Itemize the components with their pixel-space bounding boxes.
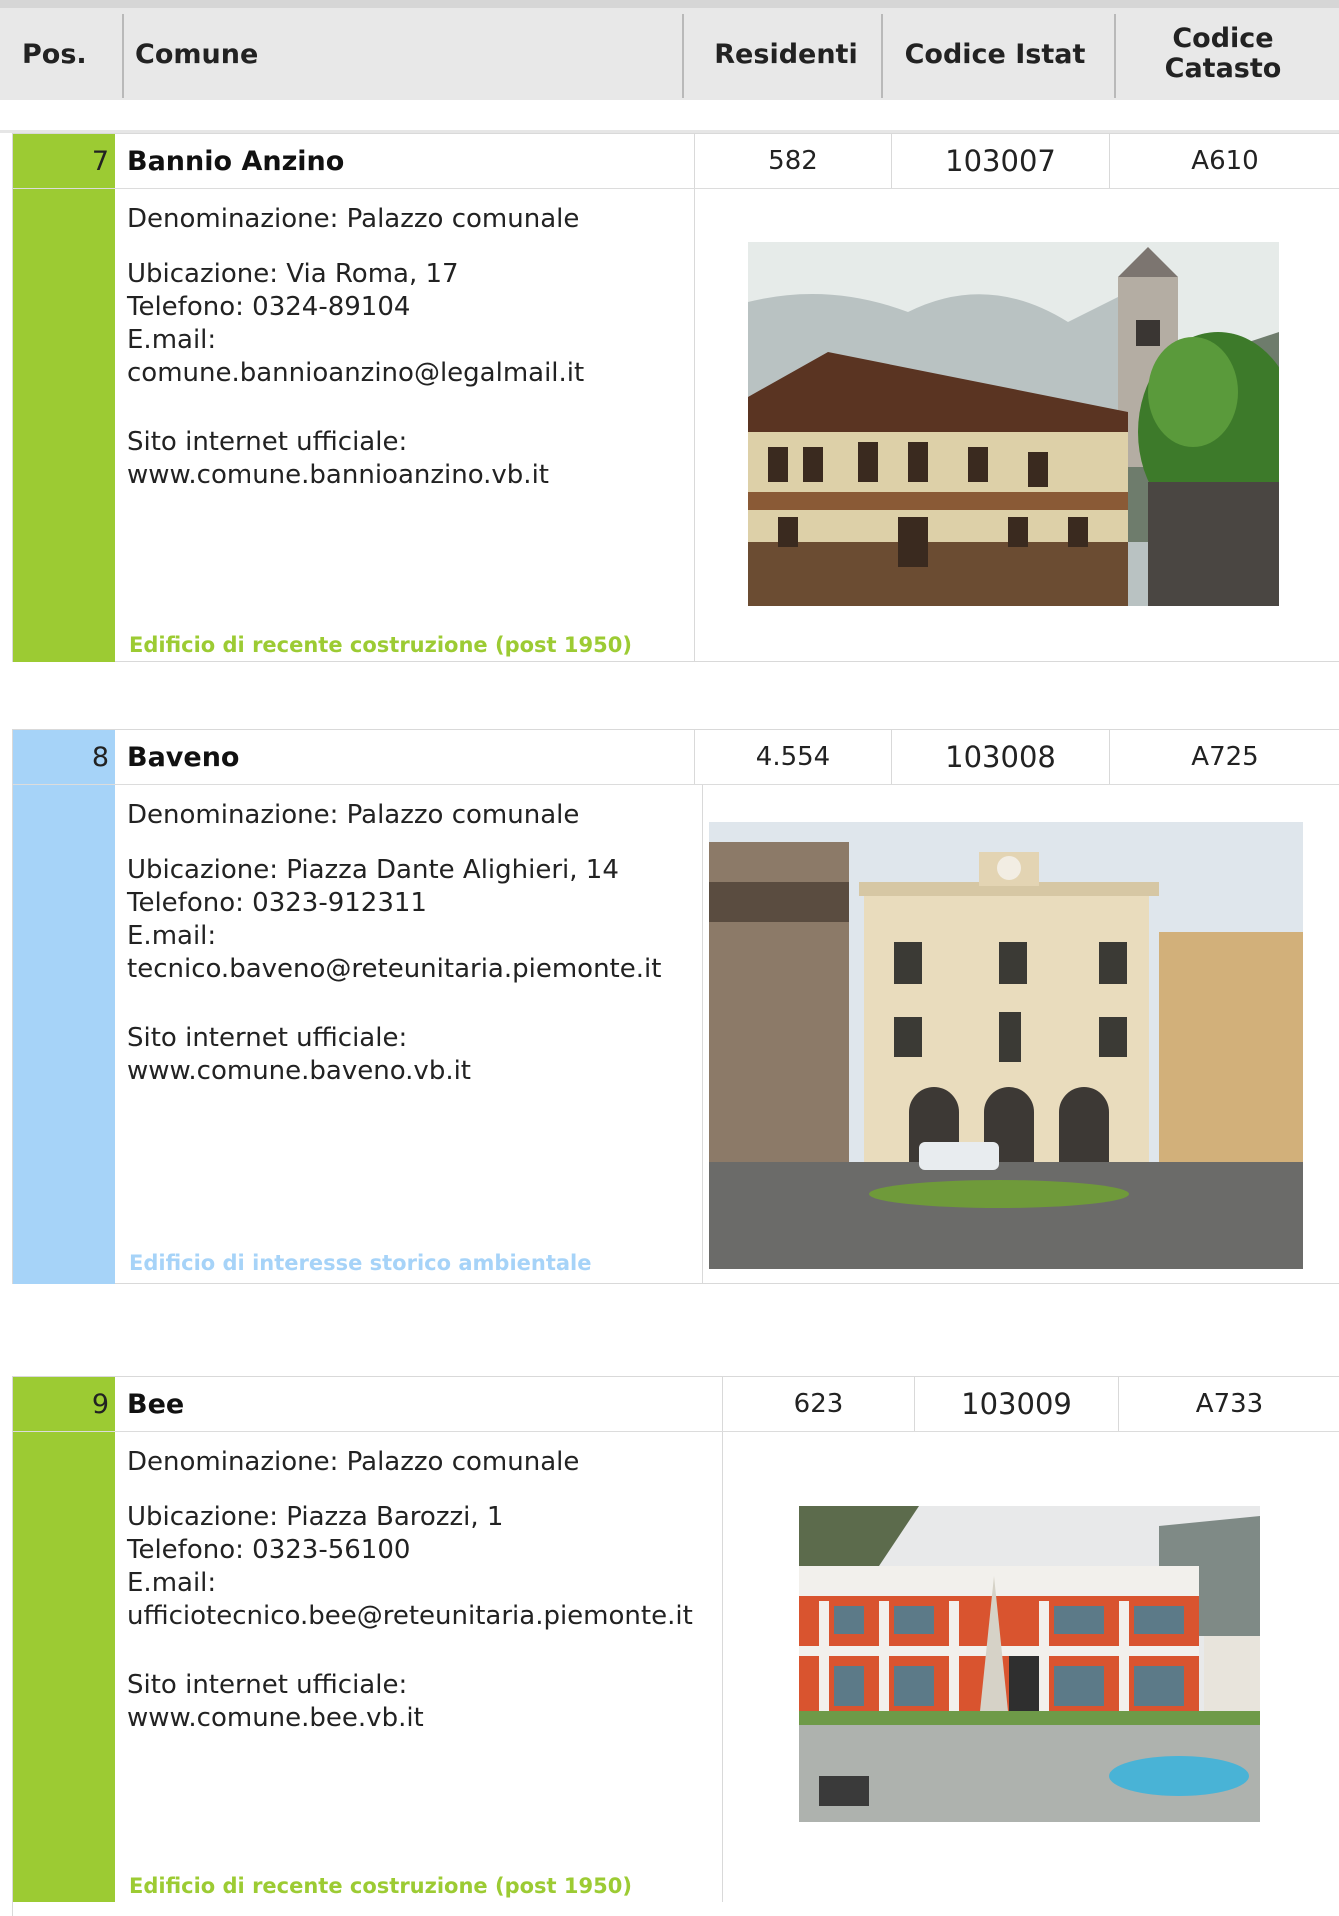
position-cell: 9 [13,1377,115,1431]
codice-istat-value: 103009 [915,1377,1119,1431]
sito-label: Sito internet ufficiale: [127,1670,408,1700]
header-codice-catasto-line1: Codice [1172,23,1274,54]
residenti-value: 582 [695,134,892,188]
sito-link[interactable]: www.comune.baveno.vb.it [127,1055,702,1088]
category-color-bar [13,785,115,1284]
ubicazione-text: Ubicazione: Piazza Barozzi, 1 [127,1502,504,1532]
telefono-text: Telefono: 0323-56100 [127,1535,411,1565]
header-codice-catasto: Codice Catasto [1118,8,1328,100]
telefono-text: Telefono: 0324-89104 [127,292,411,322]
denominazione-text: Denominazione: Palazzo comunale [127,1447,580,1477]
header-comune: Comune [135,38,259,70]
comune-details: Denominazione: Palazzo comunale Ubicazio… [115,1432,723,1902]
comune-entry: 7 Bannio Anzino 582 103007 A610 Denomina… [12,133,1339,662]
town-hall-photo [799,1506,1260,1822]
header-pos: Pos. [22,38,87,70]
comune-details: Denominazione: Palazzo comunale Ubicazio… [115,189,695,662]
comune-name: Bee [115,1377,723,1431]
comune-details: Denominazione: Palazzo comunale Ubicazio… [115,785,703,1284]
codice-istat-value: 103008 [892,730,1110,784]
table-header: Pos. Comune Residenti Codice Istat Codic… [0,0,1339,110]
denominazione-text: Denominazione: Palazzo comunale [127,800,580,830]
town-hall-photo [709,822,1303,1269]
header-divider [881,14,883,98]
sito-label: Sito internet ufficiale: [127,427,408,457]
comune-summary-row: 8 Baveno 4.554 103008 A725 [13,730,1339,785]
header-divider [1114,14,1116,98]
comune-entry: 8 Baveno 4.554 103008 A725 Denominazione… [12,729,1339,1284]
ubicazione-text: Ubicazione: Via Roma, 17 [127,259,459,289]
header-divider [122,14,124,98]
codice-catasto-value: A733 [1195,1389,1264,1419]
category-color-bar [13,1432,115,1902]
residenti-value: 623 [723,1377,915,1431]
residenti-value: 4.554 [695,730,892,784]
email-label: E.mail: [127,325,217,355]
email-label: E.mail: [127,1568,217,1598]
building-category-label: Edificio di recente costruzione (post 19… [129,1874,632,1898]
comune-name: Bannio Anzino [127,134,695,188]
comune-name: Baveno [127,730,695,784]
position-cell: 7 [13,134,115,188]
denominazione-text: Denominazione: Palazzo comunale [127,204,580,234]
codice-catasto-value: A610 [1191,146,1259,176]
category-color-bar [13,189,115,662]
sito-label: Sito internet ufficiale: [127,1023,408,1053]
email-link[interactable]: comune.bannioanzino@legalmail.it [127,357,694,390]
header-residenti: Residenti [714,38,858,70]
header-codice-catasto-line2: Catasto [1164,53,1282,84]
email-link[interactable]: ufficiotecnico.bee@reteunitaria.piemonte… [127,1600,722,1633]
header-divider [682,14,684,98]
comune-summary-row: 9 Bee 623 103009 A733 [13,1377,1339,1432]
building-category-label: Edificio di interesse storico ambientale [129,1251,592,1275]
sito-link[interactable]: www.comune.bannioanzino.vb.it [127,459,694,492]
email-label: E.mail: [127,921,217,951]
header-codice-istat: Codice Istat [904,38,1086,70]
telefono-text: Telefono: 0323-912311 [127,888,427,918]
codice-istat-value: 103007 [892,134,1110,188]
sito-link[interactable]: www.comune.bee.vb.it [127,1702,722,1735]
building-category-label: Edificio di recente costruzione (post 19… [129,633,632,657]
ubicazione-text: Ubicazione: Piazza Dante Alighieri, 14 [127,855,619,885]
codice-catasto-value: A725 [1191,742,1259,772]
comune-entry: 9 Bee 623 103009 A733 Denominazione: Pal… [12,1376,1339,1916]
comune-summary-row: 7 Bannio Anzino 582 103007 A610 [13,134,1339,189]
position-cell: 8 [13,730,115,784]
email-link[interactable]: tecnico.baveno@reteunitaria.piemonte.it [127,953,702,986]
town-hall-photo [748,242,1279,606]
